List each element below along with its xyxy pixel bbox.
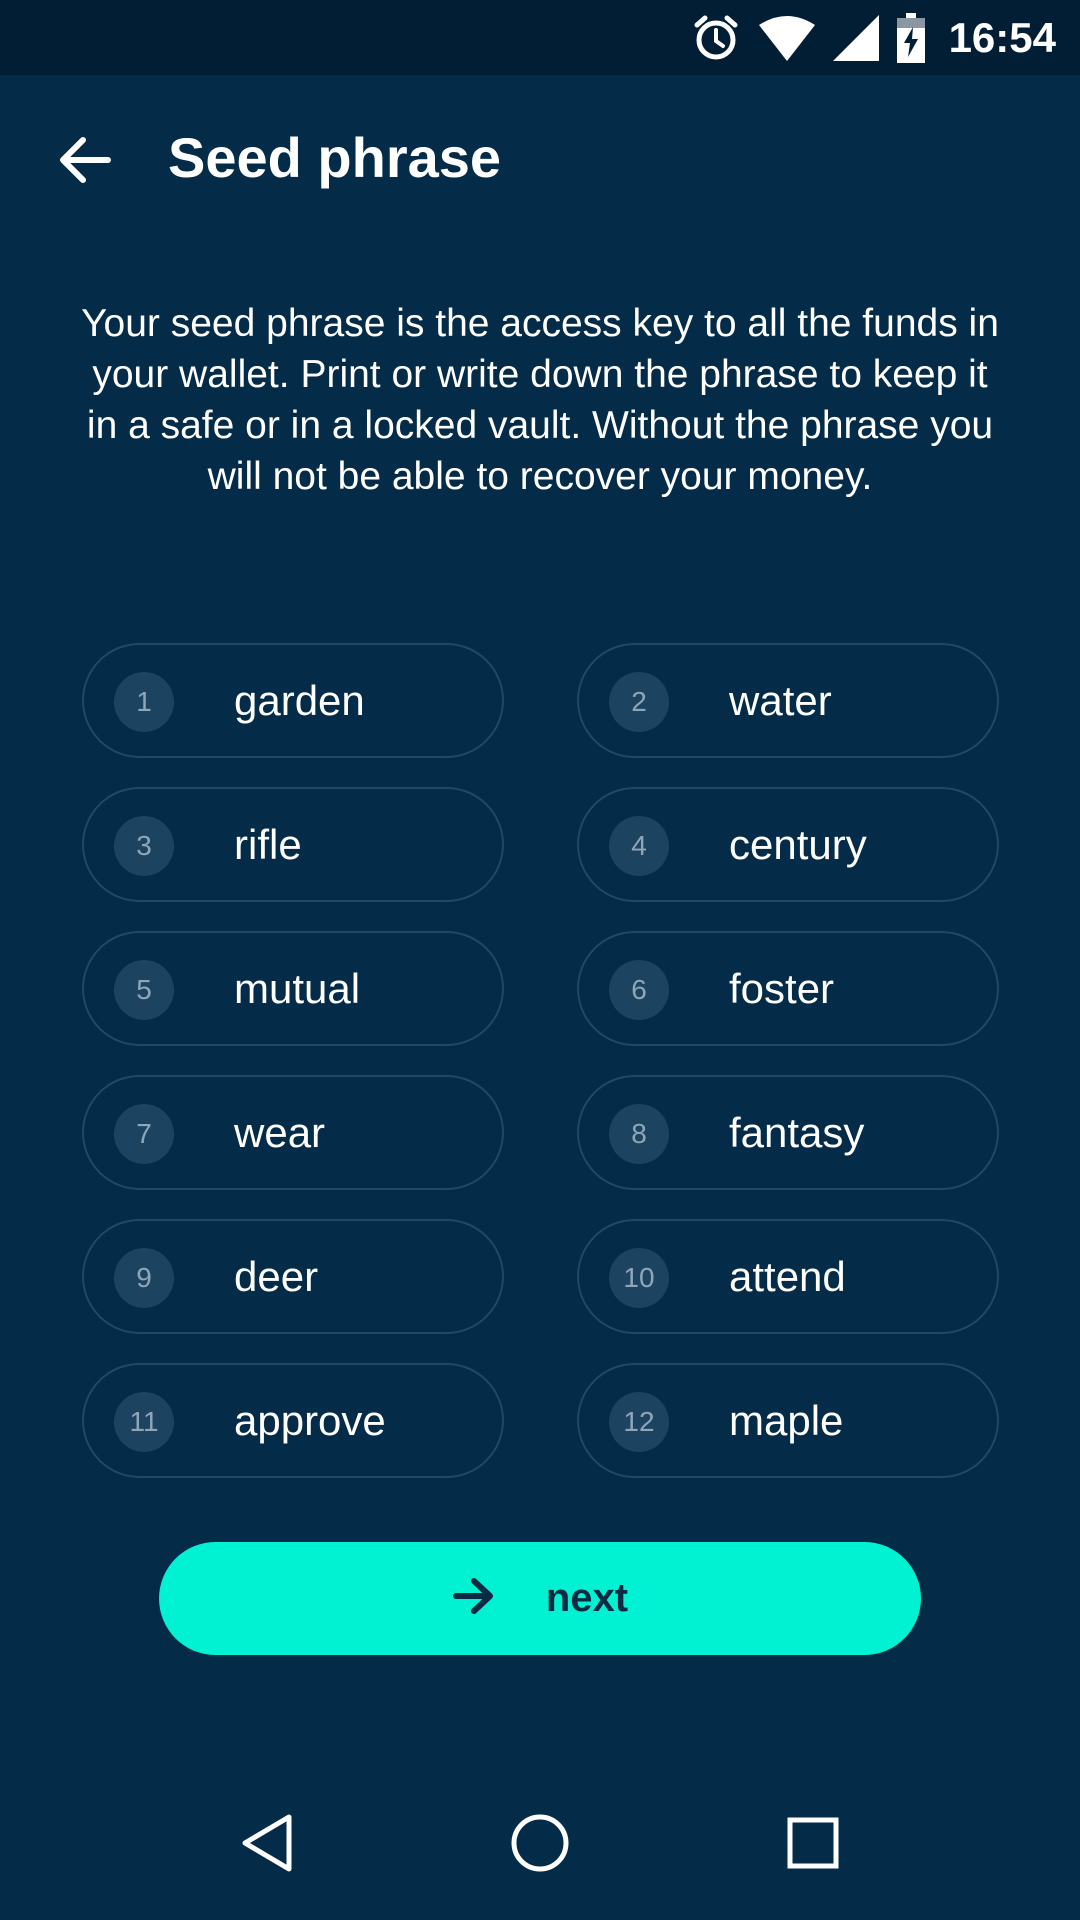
seed-word-number: 11 bbox=[114, 1392, 174, 1452]
next-button-label: next bbox=[545, 1576, 629, 1620]
status-bar: 16:54 bbox=[0, 0, 1080, 75]
seed-word-pill: 3 rifle bbox=[82, 787, 504, 902]
next-button[interactable]: next bbox=[159, 1542, 921, 1655]
seed-phrase-description: Your seed phrase is the access key to al… bbox=[81, 302, 999, 498]
app-bar: Seed phrase bbox=[0, 75, 1080, 245]
seed-word-pill: 2 water bbox=[577, 643, 999, 758]
seed-word-number: 8 bbox=[609, 1104, 669, 1164]
seed-word-pill: 4 century bbox=[577, 787, 999, 902]
wifi-icon bbox=[758, 15, 815, 61]
seed-word-text: fantasy bbox=[729, 1108, 865, 1156]
back-triangle-icon bbox=[239, 1812, 295, 1879]
signal-icon bbox=[832, 14, 879, 61]
arrow-left-icon bbox=[58, 135, 112, 190]
seed-word-pill: 12 maple bbox=[577, 1363, 999, 1478]
seed-word-text: water bbox=[729, 676, 832, 724]
seed-word-number: 5 bbox=[114, 960, 174, 1020]
page-title: Seed phrase bbox=[168, 126, 502, 189]
seed-word-text: approve bbox=[234, 1396, 386, 1444]
seed-word-number: 2 bbox=[609, 672, 669, 732]
seed-word-text: rifle bbox=[234, 820, 302, 868]
seed-word-pill: 5 mutual bbox=[82, 931, 504, 1046]
seed-word-pill: 7 wear bbox=[82, 1075, 504, 1190]
nav-home-button[interactable] bbox=[490, 1795, 590, 1895]
nav-recents-button[interactable] bbox=[763, 1795, 863, 1895]
seed-word-number: 1 bbox=[114, 672, 174, 732]
seed-word-text: deer bbox=[234, 1252, 319, 1300]
seed-word-number: 9 bbox=[114, 1248, 174, 1308]
seed-word-number: 3 bbox=[114, 816, 174, 876]
seed-word-number: 10 bbox=[609, 1248, 669, 1308]
seed-word-text: attend bbox=[729, 1252, 846, 1300]
recents-square-icon bbox=[787, 1817, 839, 1874]
seed-word-text: foster bbox=[729, 964, 835, 1012]
seed-word-number: 7 bbox=[114, 1104, 174, 1164]
seed-word-text: century bbox=[729, 820, 867, 868]
seed-word-number: 12 bbox=[609, 1392, 669, 1452]
seed-word-text: wear bbox=[234, 1108, 326, 1156]
battery-charging-icon bbox=[896, 12, 925, 63]
seed-word-number: 4 bbox=[609, 816, 669, 876]
nav-back-button[interactable] bbox=[217, 1795, 317, 1895]
arrow-right-icon bbox=[452, 1577, 496, 1620]
seed-word-pill: 10 attend bbox=[577, 1219, 999, 1334]
seed-word-pill: 11 approve bbox=[82, 1363, 504, 1478]
seed-word-text: garden bbox=[234, 676, 365, 724]
seed-word-number: 6 bbox=[609, 960, 669, 1020]
back-button[interactable] bbox=[50, 127, 120, 197]
seed-word-pill: 9 deer bbox=[82, 1219, 504, 1334]
status-time: 16:54 bbox=[948, 13, 1056, 61]
seed-word-pill: 8 fantasy bbox=[577, 1075, 999, 1190]
seed-word-text: maple bbox=[729, 1396, 844, 1444]
seed-word-pill: 1 garden bbox=[82, 643, 504, 758]
home-circle-icon bbox=[510, 1813, 570, 1878]
system-nav-bar bbox=[0, 1770, 1080, 1920]
seed-word-pill: 6 foster bbox=[577, 931, 999, 1046]
seed-word-text: mutual bbox=[234, 964, 361, 1012]
seed-words-grid: 1 garden 2 water 3 rifle 4 century 5 mutual 6 foste… bbox=[82, 643, 1000, 1478]
alarm-icon bbox=[691, 13, 741, 63]
